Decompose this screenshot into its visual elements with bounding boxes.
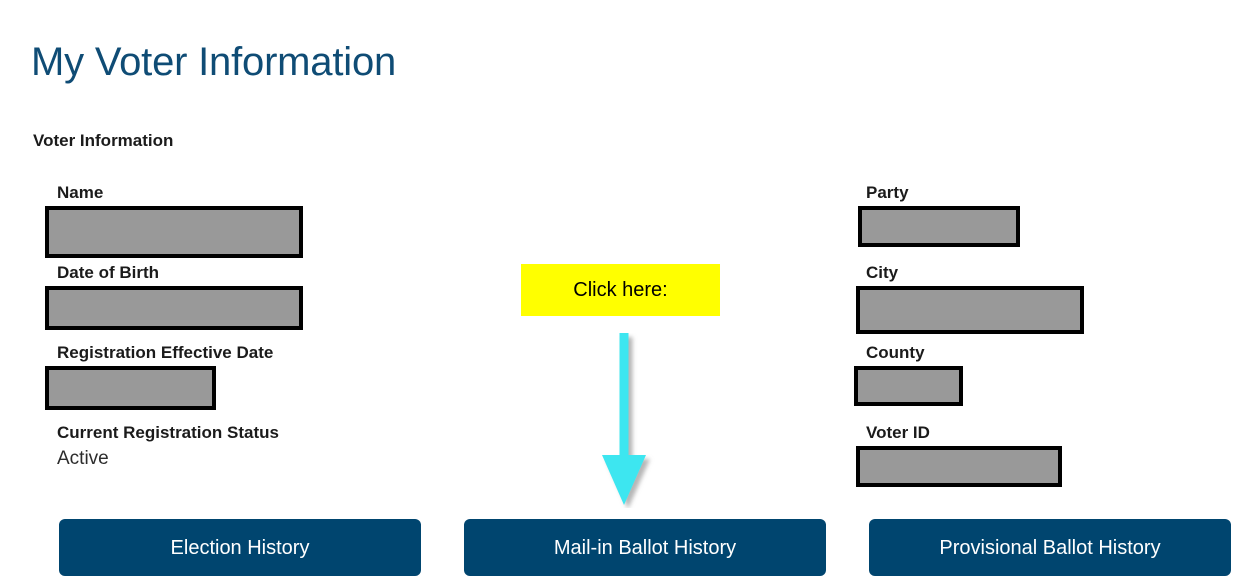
redacted-value-party: [858, 206, 1020, 247]
field-registration-effective-date: Registration Effective Date: [45, 343, 274, 410]
mail-in-ballot-history-button[interactable]: Mail-in Ballot History: [464, 519, 826, 576]
redacted-value-voter-id: [856, 446, 1062, 487]
field-county: County: [854, 343, 963, 406]
field-label-current-registration-status: Current Registration Status: [57, 423, 279, 442]
page-title: My Voter Information: [31, 39, 397, 84]
field-label-voter-id: Voter ID: [866, 423, 930, 442]
field-label-city: City: [866, 263, 899, 282]
field-voter-id: Voter ID: [856, 423, 1062, 487]
field-label-county: County: [866, 343, 925, 362]
field-name: Name: [45, 183, 303, 258]
field-party: Party: [858, 183, 1020, 247]
field-date-of-birth: Date of Birth: [45, 263, 303, 330]
field-label-date-of-birth: Date of Birth: [57, 263, 159, 282]
field-label-party: Party: [866, 183, 909, 202]
field-label-registration-effective-date: Registration Effective Date: [57, 343, 274, 362]
redacted-value-county: [854, 366, 963, 406]
field-current-registration-status: Current Registration Status Active: [57, 423, 279, 471]
provisional-ballot-history-button[interactable]: Provisional Ballot History: [869, 519, 1231, 576]
section-title-voter-information: Voter Information: [33, 131, 174, 151]
field-label-name: Name: [57, 183, 104, 202]
redacted-value-city: [856, 286, 1084, 334]
election-history-button[interactable]: Election History: [59, 519, 421, 576]
redacted-value-date-of-birth: [45, 286, 303, 330]
field-value-current-registration-status: Active: [57, 448, 109, 469]
voter-information-page: My Voter Information Voter Information N…: [0, 0, 1259, 587]
field-city: City: [856, 263, 1084, 334]
arrow-down-icon: [596, 333, 656, 508]
click-here-callout: Click here:: [521, 264, 720, 316]
redacted-value-name: [45, 206, 303, 258]
redacted-value-registration-effective-date: [45, 366, 216, 410]
